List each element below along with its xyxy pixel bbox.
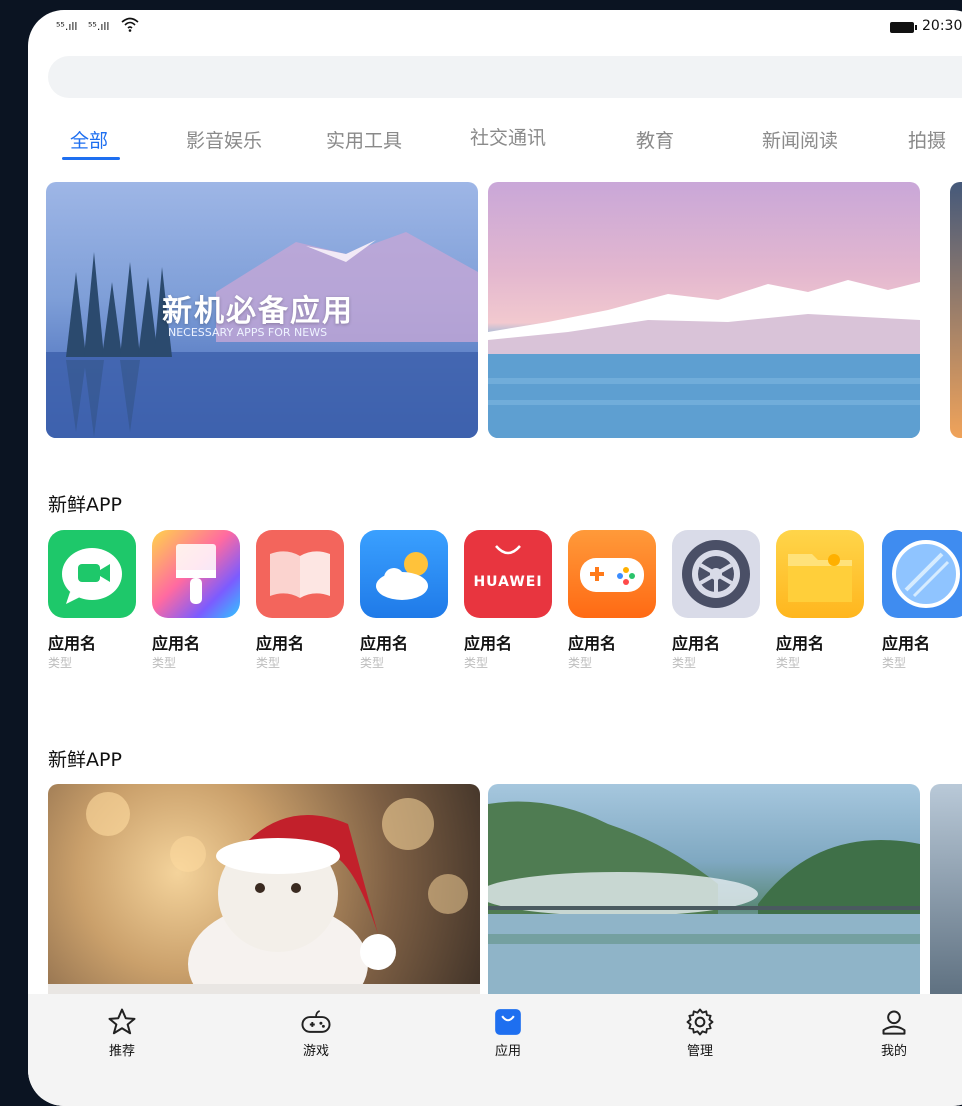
search-bar[interactable]: [48, 56, 962, 98]
app-item[interactable]: 应用名 类型: [256, 530, 348, 671]
section-title-fresh-apps-2: 新鲜APP: [48, 749, 122, 771]
tab-news-reading[interactable]: 新闻阅读: [762, 126, 838, 153]
app-item[interactable]: 应用名 类型: [882, 530, 962, 671]
app-store-bag-icon: [478, 1006, 538, 1038]
bottom-navigation: 推荐 游戏 应用 管理 我的: [28, 994, 962, 1106]
app-type: 类型: [360, 656, 385, 670]
nav-label: 我的: [880, 1044, 907, 1059]
nav-label: 推荐: [108, 1044, 135, 1059]
banner-title: 新机必备应用: [162, 294, 354, 329]
category-tabs: 全部 影音娱乐 实用工具 社交通讯 教育 新闻阅读 拍摄: [28, 126, 962, 166]
misty-lake-bridge-illustration: [488, 801, 920, 1006]
nav-mine[interactable]: 我的: [864, 1006, 924, 1059]
phone-screen: ⁵⁵.ıll ⁵⁵.ıll 20:30 全部 影音娱乐 实用工具 社交通讯 教育…: [28, 10, 962, 1106]
tab-video-entertainment[interactable]: 影音娱乐: [186, 126, 262, 153]
photo-card-cat[interactable]: [48, 784, 480, 1006]
banner-next-peek[interactable]: [950, 182, 962, 438]
star-icon: [92, 1006, 152, 1038]
app-type: 类型: [776, 656, 801, 670]
app-name: 应用名: [672, 634, 721, 653]
folder-icon: [776, 530, 864, 618]
nav-manage[interactable]: 管理: [670, 1006, 730, 1059]
gear-icon: [670, 1006, 730, 1038]
nav-games[interactable]: 游戏: [286, 1006, 346, 1059]
gamepad-icon: [286, 1006, 346, 1038]
app-name: 应用名: [360, 634, 409, 653]
nav-apps[interactable]: 应用: [478, 1006, 538, 1059]
battery-icon: [890, 22, 917, 33]
app-item[interactable]: 应用名 类型: [48, 530, 140, 671]
gamepad-icon: [568, 530, 656, 618]
status-bar: ⁵⁵.ıll ⁵⁵.ıll 20:30: [28, 10, 962, 54]
book-icon: [256, 530, 344, 618]
wifi-icon: [120, 16, 140, 35]
app-type: 类型: [48, 656, 73, 670]
app-item[interactable]: HUAWEI 应用名 类型: [464, 530, 556, 671]
user-icon: [864, 1006, 924, 1038]
app-name: 应用名: [256, 634, 305, 653]
banner-subtitle: NECESSARY APPS FOR NEWS: [168, 326, 328, 339]
mirror-icon: [882, 530, 962, 618]
app-name: 应用名: [464, 634, 513, 653]
signal-strength-1: ⁵⁵.ıll: [56, 20, 78, 33]
settings-gear-icon: [672, 530, 760, 618]
banner-new-device-apps[interactable]: 新机必备应用 NECESSARY APPS FOR NEWS: [46, 182, 478, 438]
signal-strength-2: ⁵⁵.ıll: [88, 20, 110, 33]
app-name: 应用名: [882, 634, 931, 653]
tab-utilities[interactable]: 实用工具: [326, 126, 402, 153]
app-item[interactable]: 应用名 类型: [776, 530, 868, 671]
huawei-brand-text: HUAWEI: [473, 574, 543, 590]
nav-label: 应用: [494, 1044, 521, 1059]
app-item[interactable]: 应用名 类型: [152, 530, 244, 671]
nav-label: 游戏: [302, 1044, 329, 1059]
weather-icon: [360, 530, 448, 618]
banner-snow-mountain[interactable]: [488, 182, 920, 438]
app-name: 应用名: [48, 634, 97, 653]
cat-with-santa-hat-illustration: [48, 792, 480, 1006]
section-title-fresh-apps: 新鲜APP: [48, 494, 122, 516]
active-tab-indicator: [62, 157, 120, 160]
photo-card-lake-bridge[interactable]: [488, 784, 920, 1006]
app-item[interactable]: 应用名 类型: [360, 530, 452, 671]
app-name: 应用名: [568, 634, 617, 653]
tab-social[interactable]: 社交通讯: [470, 123, 546, 150]
app-item[interactable]: 应用名 类型: [672, 530, 764, 671]
app-item[interactable]: 应用名 类型: [568, 530, 660, 671]
app-type: 类型: [672, 656, 697, 670]
nav-recommend[interactable]: 推荐: [92, 1006, 152, 1059]
snow-mountain-lake-illustration: [488, 280, 920, 438]
tab-photography[interactable]: 拍摄: [908, 126, 946, 153]
app-type: 类型: [568, 656, 593, 670]
tab-all[interactable]: 全部: [70, 126, 108, 153]
app-type: 类型: [152, 656, 177, 670]
huawei-appgallery-icon: HUAWEI: [464, 530, 552, 618]
app-type: 类型: [882, 656, 907, 670]
app-name: 应用名: [152, 634, 201, 653]
photo-card-next-peek[interactable]: [930, 784, 962, 1006]
app-name: 应用名: [776, 634, 825, 653]
app-type: 类型: [464, 656, 489, 670]
nav-label: 管理: [686, 1044, 713, 1059]
paint-brush-icon: [152, 530, 240, 618]
status-time: 20:30: [922, 18, 962, 34]
message-video-icon: [48, 530, 136, 618]
tab-education[interactable]: 教育: [636, 126, 674, 153]
app-type: 类型: [256, 656, 281, 670]
